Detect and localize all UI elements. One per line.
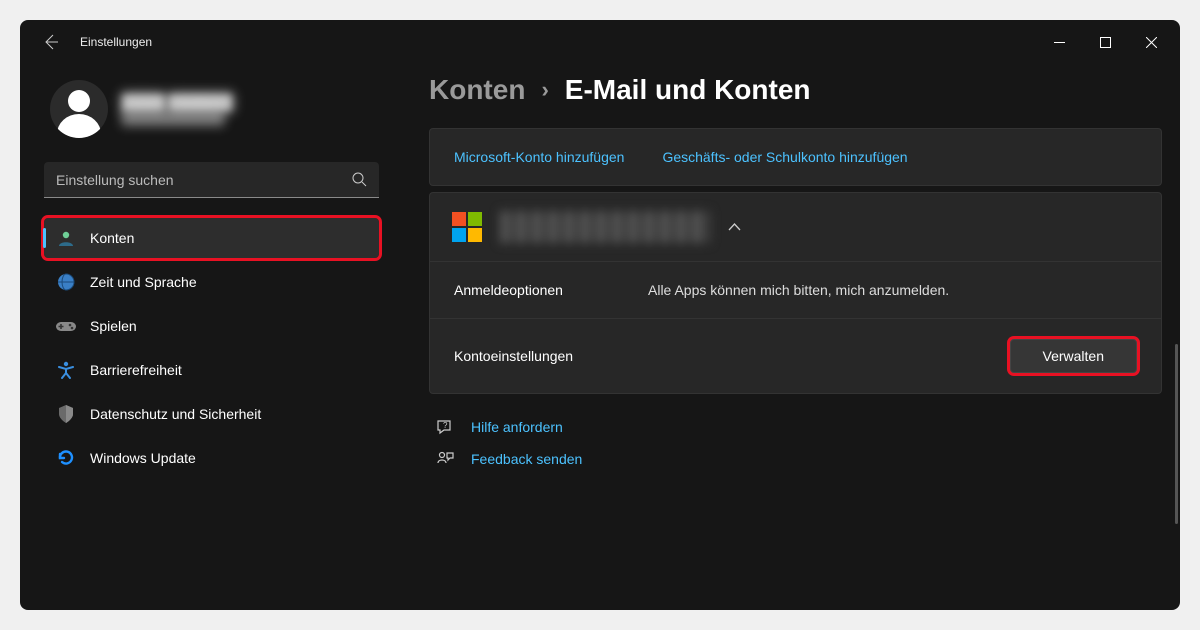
- time-language-icon: [56, 272, 76, 292]
- add-microsoft-account-link[interactable]: Microsoft-Konto hinzufügen: [454, 149, 624, 165]
- account-settings-row: Kontoeinstellungen Verwalten: [430, 319, 1161, 393]
- sidebar-item-accounts[interactable]: Konten: [44, 218, 379, 258]
- sidebar-item-time-language[interactable]: Zeit und Sprache: [44, 262, 379, 302]
- help-links: ? Hilfe anfordern Feedback senden: [429, 418, 1162, 468]
- sidebar: ████ ██████ ████████████ Konten: [20, 64, 395, 610]
- search-input-wrap[interactable]: [44, 162, 379, 198]
- sidebar-item-gaming[interactable]: Spielen: [44, 306, 379, 346]
- arrow-left-icon: [43, 34, 59, 50]
- add-work-school-account-link[interactable]: Geschäfts- oder Schulkonto hinzufügen: [662, 149, 907, 165]
- svg-text:?: ?: [443, 421, 448, 430]
- titlebar: Einstellungen: [20, 20, 1180, 64]
- breadcrumb: Konten › E-Mail und Konten: [429, 74, 1162, 106]
- signin-options-label: Anmeldeoptionen: [454, 282, 624, 298]
- sidebar-item-label: Zeit und Sprache: [90, 274, 197, 290]
- privacy-icon: [56, 404, 76, 424]
- sidebar-item-label: Windows Update: [90, 450, 196, 466]
- account-card: Anmeldeoptionen Alle Apps können mich bi…: [429, 192, 1162, 394]
- sidebar-item-label: Konten: [90, 230, 134, 246]
- maximize-button[interactable]: [1082, 27, 1128, 57]
- account-expand-header[interactable]: [430, 193, 1161, 262]
- sidebar-item-label: Barrierefreiheit: [90, 362, 182, 378]
- profile-text: ████ ██████ ████████████: [122, 94, 232, 125]
- sidebar-item-privacy[interactable]: Datenschutz und Sicherheit: [44, 394, 379, 434]
- profile-email: ████████████: [122, 111, 232, 125]
- update-icon: [56, 448, 76, 468]
- close-icon: [1146, 37, 1157, 48]
- microsoft-logo-icon: [452, 212, 482, 242]
- page-title: E-Mail und Konten: [565, 74, 811, 106]
- settings-window: Einstellungen ████ ██████ ████████████: [20, 20, 1180, 610]
- maximize-icon: [1100, 37, 1111, 48]
- get-help-label: Hilfe anfordern: [471, 419, 563, 435]
- scrollbar[interactable]: [1175, 344, 1178, 524]
- account-settings-label: Kontoeinstellungen: [454, 348, 624, 364]
- search-icon: [352, 172, 367, 187]
- feedback-label: Feedback senden: [471, 451, 582, 467]
- feedback-icon: [435, 450, 455, 468]
- signin-options-value: Alle Apps können mich bitten, mich anzum…: [648, 282, 1137, 298]
- main-panel: Konten › E-Mail und Konten Microsoft-Kon…: [395, 64, 1180, 610]
- sidebar-item-label: Spielen: [90, 318, 137, 334]
- content-area: ████ ██████ ████████████ Konten: [20, 64, 1180, 610]
- get-help-link[interactable]: ? Hilfe anfordern: [429, 418, 1162, 436]
- feedback-link[interactable]: Feedback senden: [429, 450, 1162, 468]
- signin-options-row[interactable]: Anmeldeoptionen Alle Apps können mich bi…: [430, 262, 1161, 319]
- breadcrumb-parent[interactable]: Konten: [429, 74, 525, 106]
- manage-button[interactable]: Verwalten: [1010, 339, 1137, 373]
- sidebar-item-windows-update[interactable]: Windows Update: [44, 438, 379, 478]
- close-button[interactable]: [1128, 27, 1174, 57]
- account-name-redacted: [500, 211, 710, 243]
- chevron-up-icon: [728, 223, 741, 231]
- search-input[interactable]: [56, 172, 352, 188]
- window-title: Einstellungen: [80, 35, 152, 49]
- accounts-icon: [56, 228, 76, 248]
- minimize-button[interactable]: [1036, 27, 1082, 57]
- add-account-links-card: Microsoft-Konto hinzufügen Geschäfts- od…: [429, 128, 1162, 186]
- profile-name: ████ ██████: [122, 94, 232, 111]
- avatar: [50, 80, 108, 138]
- profile-block[interactable]: ████ ██████ ████████████: [44, 68, 379, 158]
- gaming-icon: [56, 316, 76, 336]
- back-button[interactable]: [34, 25, 68, 59]
- minimize-icon: [1054, 37, 1065, 48]
- help-icon: ?: [435, 418, 455, 436]
- accessibility-icon: [56, 360, 76, 380]
- sidebar-item-accessibility[interactable]: Barrierefreiheit: [44, 350, 379, 390]
- sidebar-item-label: Datenschutz und Sicherheit: [90, 406, 261, 422]
- chevron-right-icon: ›: [541, 77, 548, 103]
